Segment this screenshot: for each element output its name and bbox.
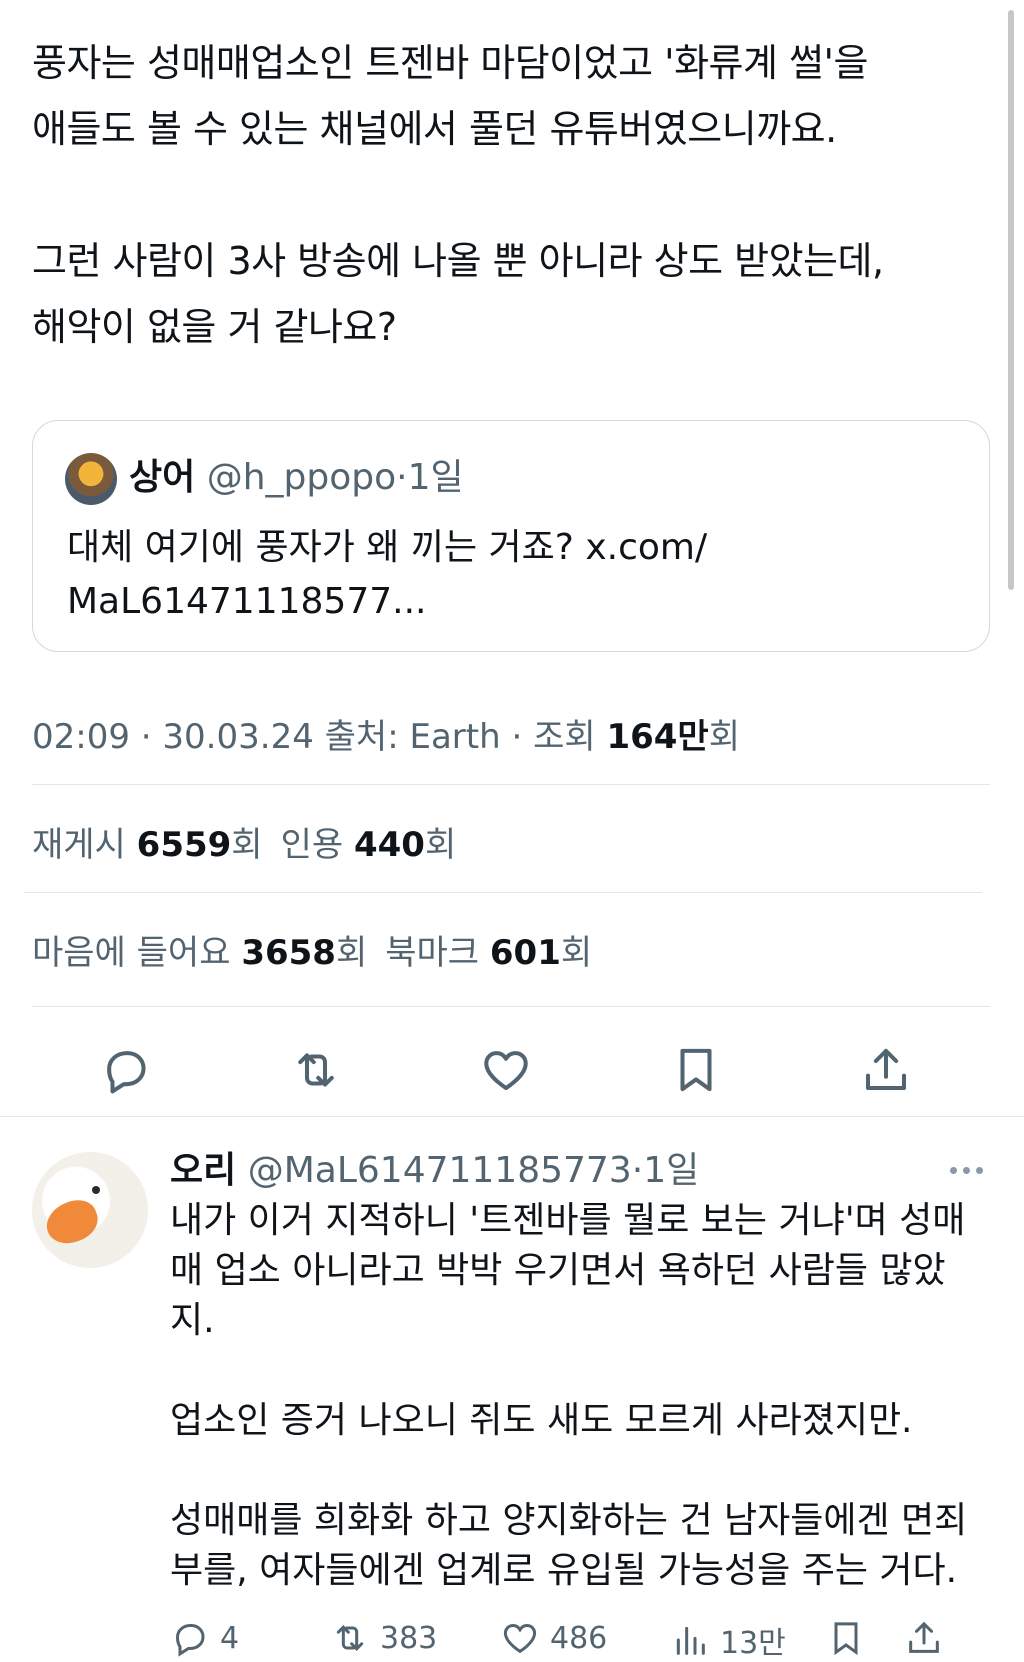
reply-icon (107, 1051, 146, 1094)
reply-time[interactable]: 1일 (643, 1150, 699, 1191)
reply-views-button[interactable]: 13만 (670, 1618, 786, 1662)
more-options-icon[interactable] (950, 1160, 990, 1180)
quoted-text-line: 대체 여기에 풍자가 왜 끼는 거죠? x.com/ (67, 527, 708, 568)
repost-button[interactable] (286, 1040, 346, 1100)
tweet-line: 그런 사람이 3사 방송에 나올 뿐 아니라 상도 받았는데, (32, 239, 884, 283)
tweet-source: 출처: Earth (324, 717, 501, 757)
quoted-tweet-time: 1일 (407, 457, 464, 498)
reply-line: 내가 이거 지적하니 '트젠바를 뭘로 보는 거냐'며 성매 (170, 1200, 966, 1241)
separator-dot: · (396, 457, 408, 498)
tweet-line: 애들도 볼 수 있는 채널에서 풀던 유튜버였으니까요. (32, 107, 837, 151)
reply-like-button[interactable]: 486 (500, 1618, 607, 1658)
reply-author-name[interactable]: 오리 (170, 1150, 236, 1191)
reply-author-handle[interactable]: @MaL614711185773 (248, 1150, 632, 1191)
reply-share-button[interactable] (904, 1618, 944, 1658)
like-count: 486 (550, 1620, 608, 1656)
share-icon (865, 1048, 907, 1091)
reposts-stat[interactable]: 재게시 6559회 (32, 825, 263, 865)
like-icon (503, 1623, 537, 1654)
quoted-author-handle[interactable]: @h_ppopo (207, 457, 396, 498)
quoted-text-link[interactable]: MaL61471118577... (67, 575, 947, 629)
like-button[interactable] (476, 1040, 536, 1100)
divider (24, 892, 982, 893)
reply-line: 지. (170, 1300, 215, 1341)
bookmark-icon (680, 1048, 712, 1092)
reply-line: 업소인 증거 나오니 쥐도 새도 모르게 사라졌지만. (170, 1400, 913, 1441)
share-icon (909, 1621, 939, 1653)
bookmarks-stat[interactable]: 북마크 601회 (385, 933, 592, 973)
reply-count: 4 (220, 1620, 240, 1656)
views-count: 13만 (720, 1626, 786, 1661)
avatar[interactable] (65, 453, 117, 505)
views-icon (676, 1626, 705, 1655)
duck-beak (40, 1194, 104, 1250)
like-bookmark-stats: 마음에 들어요 3658회 북마크 601회 (32, 928, 592, 978)
duck-eye (92, 1186, 100, 1194)
quoted-tweet[interactable]: 상어 @h_ppopo·1일 대체 여기에 풍자가 왜 끼는 거죠? x.com… (32, 420, 990, 652)
reply-icon (175, 1624, 205, 1657)
views-count: 164만 (606, 717, 709, 757)
quoted-author-name[interactable]: 상어 (129, 457, 195, 498)
divider (0, 1116, 1024, 1117)
quotes-stat[interactable]: 인용 440회 (281, 825, 457, 865)
divider (32, 1006, 990, 1007)
bookmark-button[interactable] (666, 1040, 726, 1100)
reply-action-bar: 4 383 486 13만 (170, 1618, 990, 1661)
repost-quote-stats: 재게시 6559회 인용 440회 (32, 820, 456, 870)
likes-stat[interactable]: 마음에 들어요 3658회 (32, 933, 367, 973)
tweet-text: 풍자는 성매매업소인 트젠바 마담이었고 '화류계 썰'을 애들도 볼 수 있는… (32, 30, 992, 360)
divider (32, 784, 990, 785)
quoted-tweet-text: 대체 여기에 풍자가 왜 끼는 거죠? x.com/ MaL6147111857… (67, 521, 947, 629)
tweet-line: 해악이 없을 거 같나요? (32, 305, 397, 349)
bookmark-icon (834, 1622, 858, 1656)
like-icon (484, 1051, 528, 1091)
scrollbar-thumb[interactable] (1008, 10, 1014, 590)
reply-header: 오리 @MaL614711185773·1일 (170, 1146, 699, 1196)
views-unit: 회 (708, 717, 740, 757)
share-button[interactable] (856, 1040, 916, 1100)
reply-line: 성매매를 희화화 하고 양지화하는 건 남자들에겐 면죄 (170, 1500, 968, 1541)
reply-bookmark-button[interactable] (826, 1618, 866, 1658)
views-label: 조회 (533, 717, 596, 757)
reply-line: 부를, 여자들에겐 업계로 유입될 가능성을 주는 거다. (170, 1550, 958, 1591)
avatar[interactable] (32, 1152, 148, 1268)
tweet-meta: 02:09 · 30.03.24 출처: Earth · 조회 164만회 (32, 717, 740, 757)
repost-icon (336, 1625, 364, 1651)
reply-button[interactable] (96, 1040, 156, 1100)
tweet-date[interactable]: 30.03.24 (162, 717, 313, 757)
repost-count: 383 (380, 1620, 438, 1656)
tweet-time[interactable]: 02:09 (32, 717, 130, 757)
quoted-tweet-header: 상어 @h_ppopo·1일 (129, 455, 464, 501)
reply-text: 내가 이거 지적하니 '트젠바를 뭘로 보는 거냐'며 성매 매 업소 아니라고… (170, 1196, 990, 1596)
tweet-line: 풍자는 성매매업소인 트젠바 마담이었고 '화류계 썰'을 (32, 41, 868, 85)
separator-dot: · (631, 1150, 644, 1191)
reply-reply-button[interactable]: 4 (170, 1618, 239, 1658)
reply-line: 매 업소 아니라고 박박 우기면서 욕하던 사람들 많았 (170, 1250, 946, 1291)
repost-icon (298, 1053, 334, 1087)
reply-repost-button[interactable]: 383 (330, 1618, 437, 1658)
